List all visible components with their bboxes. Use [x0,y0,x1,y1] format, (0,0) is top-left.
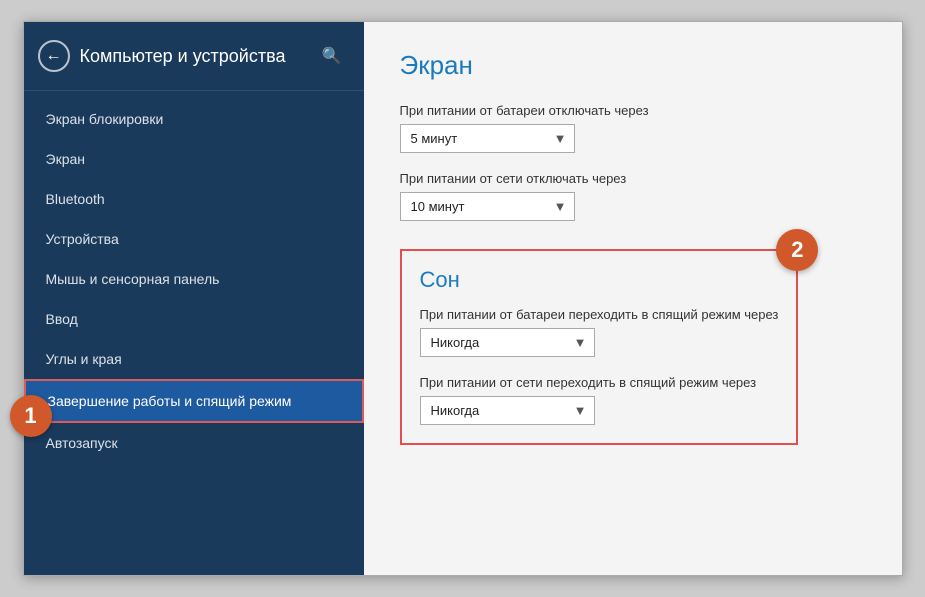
sidebar-item-autoplay[interactable]: Автозапуск [24,423,364,463]
network-off-label: При питании от сети отключать через [400,171,866,186]
sidebar-item-mouse[interactable]: Мышь и сенсорная панель [24,259,364,299]
network-sleep-dropdown[interactable]: Никогда 1 минута 5 минут 10 минут 15 мин… [420,396,595,425]
page-title: Экран [400,50,866,81]
badge-1: 1 [10,395,52,437]
battery-sleep-dropdown-wrapper: Никогда 1 минута 5 минут 10 минут 15 мин… [420,328,595,357]
badge-2: 2 [776,229,818,271]
back-button[interactable]: ← [38,40,70,72]
main-content: Экран При питании от батареи отключать ч… [364,22,902,575]
sidebar-item-input[interactable]: Ввод [24,299,364,339]
network-sleep-label: При питании от сети переходить в спящий … [420,375,779,390]
battery-off-section: При питании от батареи отключать через 5… [400,103,866,153]
sidebar-nav: Экран блокировки Экран Bluetooth Устройс… [24,91,364,463]
network-off-dropdown[interactable]: 10 минут 1 минута 2 минуты 3 минуты 5 ми… [400,192,575,221]
sidebar: ← Компьютер и устройства 🔍 Экран блокиро… [24,22,364,575]
sleep-section-container: Сон При питании от батареи переходить в … [400,249,799,445]
network-sleep-dropdown-wrapper: Никогда 1 минута 5 минут 10 минут 15 мин… [420,396,595,425]
network-sleep-section: При питании от сети переходить в спящий … [420,375,779,425]
network-off-section: При питании от сети отключать через 10 м… [400,171,866,221]
search-icon[interactable]: 🔍 [318,42,346,70]
network-off-dropdown-wrapper: 10 минут 1 минута 2 минуты 3 минуты 5 ми… [400,192,575,221]
battery-sleep-section: При питании от батареи переходить в спящ… [420,307,779,357]
sidebar-header: ← Компьютер и устройства 🔍 [24,22,364,91]
sidebar-item-corners[interactable]: Углы и края [24,339,364,379]
sidebar-item-lock-screen[interactable]: Экран блокировки [24,99,364,139]
sidebar-title: Компьютер и устройства [80,46,308,67]
back-icon: ← [46,47,62,65]
sleep-section: Сон При питании от батареи переходить в … [400,249,799,445]
active-nav-wrapper: Завершение работы и спящий режим 1 [24,379,364,423]
sidebar-item-shutdown[interactable]: Завершение работы и спящий режим [24,379,364,423]
battery-sleep-dropdown[interactable]: Никогда 1 минута 5 минут 10 минут 15 мин… [420,328,595,357]
sleep-title: Сон [420,267,779,293]
battery-sleep-label: При питании от батареи переходить в спящ… [420,307,779,322]
battery-off-dropdown[interactable]: 5 минут 1 минута 2 минуты 3 минуты 10 ми… [400,124,575,153]
sidebar-item-devices[interactable]: Устройства [24,219,364,259]
sidebar-item-bluetooth[interactable]: Bluetooth [24,179,364,219]
battery-off-label: При питании от батареи отключать через [400,103,866,118]
battery-off-dropdown-wrapper: 5 минут 1 минута 2 минуты 3 минуты 10 ми… [400,124,575,153]
sidebar-item-screen[interactable]: Экран [24,139,364,179]
main-window: ← Компьютер и устройства 🔍 Экран блокиро… [23,21,903,576]
